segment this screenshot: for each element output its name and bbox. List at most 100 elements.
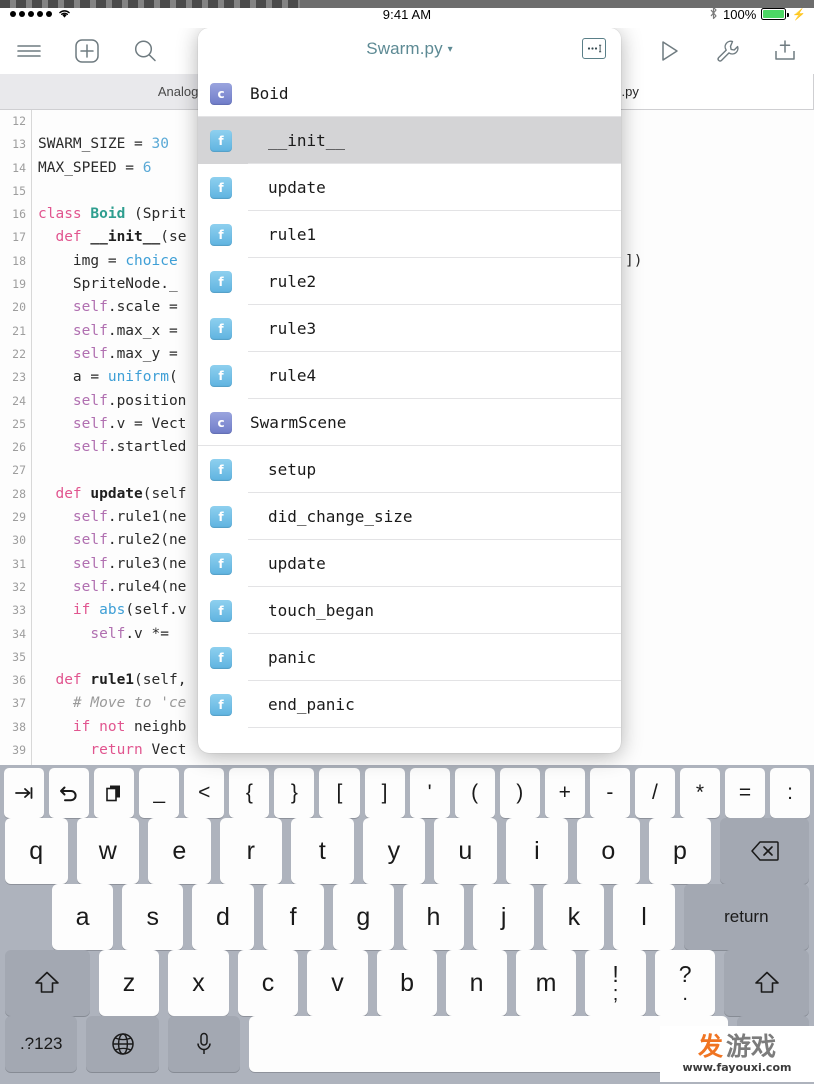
status-bar-right: 100% ⚡ [709,6,806,23]
plus-key[interactable]: + [544,768,585,818]
symbol-list-item[interactable]: f setup [198,446,621,493]
key-n[interactable]: n [446,950,507,1016]
code-token: .rule1(ne [107,509,187,526]
search-icon[interactable] [130,36,160,66]
symbol-list-item[interactable]: f rule2 [198,258,621,305]
wrench-icon[interactable] [712,36,742,66]
symbol-list-item[interactable]: f __init__ [198,117,621,164]
globe-icon-key[interactable] [86,1016,159,1072]
symbol-list-item[interactable]: f end_panic [198,681,621,728]
watermark-logo: 发 游戏 [698,1034,776,1059]
code-token: self [38,509,108,526]
code-token: return [38,742,152,759]
code-token: (self [142,485,187,502]
symbol-label: end_panic [268,695,355,714]
shift-key-left[interactable] [5,950,90,1016]
symbol-list-item[interactable]: f panic [198,634,621,681]
code-token: def [38,229,91,246]
key-r[interactable]: r [219,818,283,884]
symbol-list[interactable]: c Boid f __init__ f update f rule1 f rule2 f rule3 f… [198,70,621,753]
symbol-list-item[interactable]: f rule3 [198,305,621,352]
share-icon[interactable] [770,36,800,66]
code-token: def [38,672,91,689]
new-file-icon[interactable] [72,36,102,66]
backspace-key[interactable] [720,818,809,884]
key-h[interactable]: h [402,884,465,950]
key-k[interactable]: k [543,884,605,950]
key-j[interactable]: j [473,884,535,950]
line-number: 38 [12,719,26,734]
bracket-close-key[interactable]: ] [364,768,405,818]
paren-close-key[interactable]: ) [499,768,540,818]
minus-key[interactable]: - [589,768,630,818]
slash-key[interactable]: / [634,768,675,818]
key-c[interactable]: c [237,950,299,1016]
key-y[interactable]: y [362,818,426,884]
code-token: .position [107,392,187,409]
key-a[interactable]: a [51,884,114,950]
underscore-key[interactable]: _ [139,768,180,818]
code-token: .v = Vect [107,415,187,432]
colon-key[interactable]: : [770,768,811,818]
key-x[interactable]: x [168,950,229,1016]
key-z[interactable]: z [98,950,160,1016]
key-i[interactable]: i [505,818,569,884]
key-f[interactable]: f [262,884,324,950]
symbol-list-item[interactable]: f update [198,540,621,587]
key-v[interactable]: v [307,950,368,1016]
key-u[interactable]: u [434,818,497,884]
shift-key-right[interactable] [724,950,810,1016]
symbol-label: Boid [250,84,289,103]
exclaim-semicolon-key[interactable]: !; [585,950,646,1016]
symbol-list-item[interactable]: f rule4 [198,352,621,399]
key-w[interactable]: w [76,818,140,884]
menu-icon[interactable] [14,36,44,66]
key-m[interactable]: m [515,950,577,1016]
key-q[interactable]: q [5,818,68,884]
paste-key[interactable] [94,768,135,818]
run-icon[interactable] [654,36,684,66]
question-period-key[interactable]: ?. [654,950,716,1016]
code-token: ( [168,369,178,386]
line-number: 26 [12,440,26,455]
tab-key[interactable] [4,768,45,818]
quote-key[interactable]: ' [409,768,450,818]
mic-icon-key[interactable] [167,1016,241,1072]
symbol-list-item[interactable]: c SwarmScene [198,399,621,446]
numbers-key[interactable]: .?123 [5,1016,78,1072]
code-token: self [38,392,108,409]
symbol-list-item[interactable]: c Boid [198,70,621,117]
asterisk-key[interactable]: * [679,768,720,818]
key-o[interactable]: o [577,818,640,884]
undo-key[interactable] [49,768,90,818]
symbol-list-item[interactable]: f rule1 [198,211,621,258]
key-b[interactable]: b [376,950,438,1016]
return-key[interactable]: return [683,884,810,950]
chevron-down-icon[interactable]: ▾ [448,44,453,55]
charging-bolt-icon: ⚡ [792,8,806,21]
key-l[interactable]: l [613,884,675,950]
key-g[interactable]: g [332,884,394,950]
code-token: class [38,206,91,223]
code-token: # Move to 'ce [38,695,187,712]
space-key[interactable] [249,1016,728,1072]
brace-open-key[interactable]: { [229,768,270,818]
equals-key[interactable]: = [725,768,766,818]
bracket-open-key[interactable]: [ [319,768,360,818]
keyboard-row-2: a s d f g h j k l return [0,884,814,950]
less-than-key[interactable]: < [184,768,225,818]
key-d[interactable]: d [192,884,254,950]
paren-open-key[interactable]: ( [454,768,495,818]
symbol-list-item[interactable]: f did_change_size [198,493,621,540]
symbol-list-item[interactable]: f update [198,164,621,211]
function-badge-icon: f [210,505,232,528]
symbol-list-item[interactable]: f touch_began [198,587,621,634]
popover-title[interactable]: Swarm.py [366,39,442,59]
key-p[interactable]: p [648,818,712,884]
key-e[interactable]: e [148,818,211,884]
key-s[interactable]: s [122,884,184,950]
code-token: self [38,555,108,572]
more-options-button[interactable] [582,38,606,59]
key-t[interactable]: t [291,818,354,884]
brace-close-key[interactable]: } [274,768,315,818]
